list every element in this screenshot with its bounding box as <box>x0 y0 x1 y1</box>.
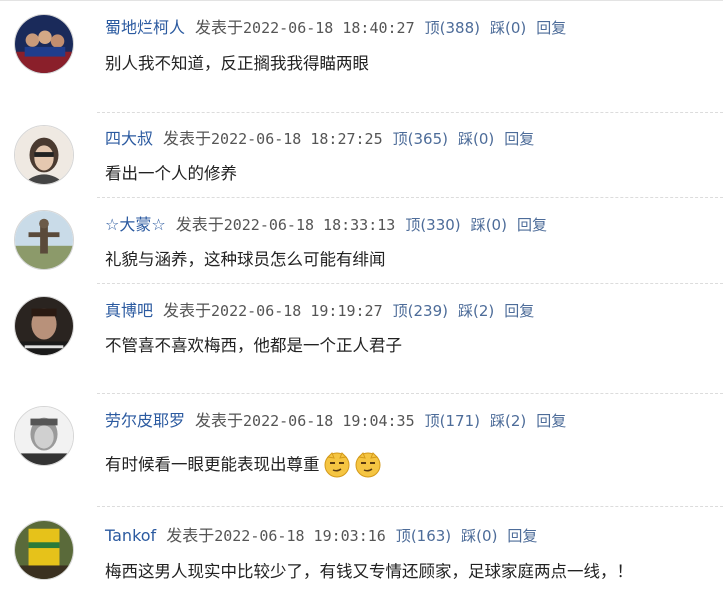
comment-text: 有时候看一眼更能表现出尊重 <box>105 450 382 478</box>
upvote-label: 顶 <box>392 302 408 320</box>
comment-meta: 真博吧 发表于2022-06-18 19:19:27 顶(239) 踩(2) 回复 <box>105 301 534 321</box>
avatar[interactable] <box>14 520 74 580</box>
reply-button[interactable]: 回复 <box>536 19 566 37</box>
timestamp: 2022-06-18 19:19:27 <box>211 302 383 320</box>
username-link[interactable]: 劳尔皮耶罗 <box>105 411 185 430</box>
username-link[interactable]: 真博吧 <box>105 301 153 320</box>
upvote-label: 顶 <box>424 19 440 37</box>
downvote-count: (0) <box>473 130 495 148</box>
posted-label: 发表于 <box>195 411 244 430</box>
comment-meta: ☆大蒙☆ 发表于2022-06-18 18:33:13 顶(330) 踩(0) 回复 <box>105 215 547 235</box>
comment-meta: Tankof 发表于2022-06-18 19:03:16 顶(163) 踩(0) 回复 <box>105 526 537 546</box>
avatar[interactable] <box>14 296 74 356</box>
upvote-button[interactable]: 顶(365) <box>393 130 448 148</box>
comment-meta: 劳尔皮耶罗 发表于2022-06-18 19:04:35 顶(171) 踩(2) 回复 <box>105 411 566 431</box>
comment-text: 不管喜不喜欢梅西，他都是一个正人君子 <box>105 336 402 355</box>
reply-button[interactable]: 回复 <box>536 412 566 430</box>
avatar[interactable] <box>14 125 74 185</box>
comment-divider <box>97 283 723 284</box>
downvote-button[interactable]: 踩(2) <box>458 302 494 320</box>
downvote-button[interactable]: 踩(0) <box>458 130 494 148</box>
timestamp: 2022-06-18 19:03:16 <box>214 527 386 545</box>
upvote-count: (365) <box>407 130 448 148</box>
upvote-button[interactable]: 顶(163) <box>396 527 451 545</box>
posted-label: 发表于 <box>163 301 212 320</box>
comment-text-content: 有时候看一眼更能表现出尊重 <box>105 455 320 474</box>
comment-text: 看出一个人的修养 <box>105 164 237 183</box>
posted-label: 发表于 <box>166 526 215 545</box>
reply-button[interactable]: 回复 <box>504 302 534 320</box>
top-border <box>0 0 723 1</box>
downvote-label: 踩 <box>489 19 505 37</box>
reply-button[interactable]: 回复 <box>517 216 547 234</box>
username-link[interactable]: ☆大蒙☆ <box>105 215 166 234</box>
username-link[interactable]: 四大叔 <box>105 129 153 148</box>
downvote-label: 踩 <box>461 527 477 545</box>
upvote-label: 顶 <box>395 527 411 545</box>
upvote-count: (171) <box>439 412 480 430</box>
downvote-label: 踩 <box>457 302 473 320</box>
reply-button[interactable]: 回复 <box>504 130 534 148</box>
reply-button[interactable]: 回复 <box>507 527 537 545</box>
upvote-label: 顶 <box>392 130 408 148</box>
timestamp: 2022-06-18 18:33:13 <box>223 216 396 234</box>
avatar[interactable] <box>14 14 74 74</box>
upvote-button[interactable]: 顶(330) <box>405 216 460 234</box>
posted-label: 发表于 <box>163 129 212 148</box>
downvote-label: 踩 <box>470 216 486 234</box>
comment-meta: 蜀地烂柯人 发表于2022-06-18 18:40:27 顶(388) 踩(0) 回复 <box>105 18 566 38</box>
avatar[interactable] <box>14 210 74 270</box>
downvote-button[interactable]: 踩(0) <box>471 216 507 234</box>
upvote-label: 顶 <box>424 412 440 430</box>
timestamp: 2022-06-18 19:04:35 <box>243 412 415 430</box>
comment-divider <box>97 393 723 394</box>
timestamp: 2022-06-18 18:40:27 <box>243 19 415 37</box>
timestamp: 2022-06-18 18:27:25 <box>211 130 383 148</box>
downvote-count: (0) <box>485 216 507 234</box>
comment-divider <box>97 197 723 198</box>
smirk-emoji-icon <box>324 452 349 478</box>
downvote-button[interactable]: 踩(2) <box>490 412 526 430</box>
downvote-button[interactable]: 踩(0) <box>461 527 497 545</box>
smirk-emoji-icon <box>355 452 380 478</box>
downvote-label: 踩 <box>457 130 473 148</box>
downvote-button[interactable]: 踩(0) <box>490 19 526 37</box>
posted-label: 发表于 <box>195 18 244 37</box>
avatar[interactable] <box>14 406 74 466</box>
username-link[interactable]: Tankof <box>105 526 156 545</box>
comment-text: 梅西这男人现实中比较少了，有钱又专情还顾家，足球家庭两点一线，！ <box>105 562 633 581</box>
downvote-count: (0) <box>476 527 498 545</box>
upvote-count: (330) <box>420 216 461 234</box>
downvote-count: (2) <box>473 302 495 320</box>
comment-meta: 四大叔 发表于2022-06-18 18:27:25 顶(365) 踩(0) 回复 <box>105 129 534 149</box>
comment-divider <box>97 506 723 507</box>
downvote-label: 踩 <box>489 412 505 430</box>
upvote-count: (239) <box>407 302 448 320</box>
upvote-count: (163) <box>410 527 452 545</box>
upvote-button[interactable]: 顶(388) <box>425 19 480 37</box>
upvote-button[interactable]: 顶(239) <box>393 302 448 320</box>
username-link[interactable]: 蜀地烂柯人 <box>105 18 185 37</box>
comment-text: 别人我不知道，反正搁我我得瞄两眼 <box>105 54 369 73</box>
upvote-count: (388) <box>439 19 480 37</box>
upvote-button[interactable]: 顶(171) <box>425 412 480 430</box>
comment-text: 礼貌与涵养，这种球员怎么可能有绯闻 <box>105 250 386 269</box>
posted-label: 发表于 <box>175 215 224 234</box>
downvote-count: (2) <box>505 412 527 430</box>
comment-divider <box>97 112 723 113</box>
downvote-count: (0) <box>505 19 527 37</box>
upvote-label: 顶 <box>405 216 421 234</box>
